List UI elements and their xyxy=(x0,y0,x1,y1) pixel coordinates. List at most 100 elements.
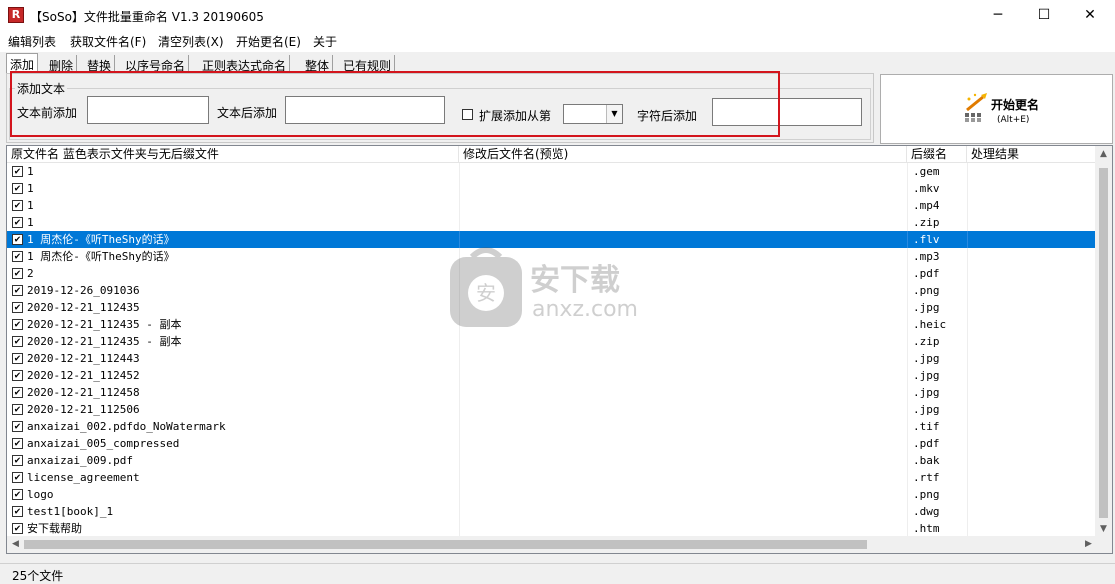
minimize-button[interactable]: ─ xyxy=(975,0,1021,30)
tab-sequence[interactable]: 以序号命名 xyxy=(122,55,190,73)
app-icon: R xyxy=(8,7,24,23)
process-result xyxy=(967,503,1097,520)
table-row[interactable]: ✔ 1 .mp4 xyxy=(7,197,1097,214)
file-extension: .mkv xyxy=(907,180,967,197)
process-result xyxy=(967,452,1097,469)
table-row[interactable]: ✔ 1 .mkv xyxy=(7,180,1097,197)
row-checkbox[interactable]: ✔ xyxy=(12,166,23,177)
tab-add[interactable]: 添加 xyxy=(6,53,39,73)
tab-regex[interactable]: 正则表达式命名 xyxy=(199,55,291,73)
table-row[interactable]: ✔ 1 周杰伦-《听TheShy的话》 .mp3 xyxy=(7,248,1097,265)
add-text-panel: 添加文本 文本前添加 文本后添加 扩展添加从第 ▼ 字符后添加 xyxy=(6,73,874,143)
file-extension: .jpg xyxy=(907,384,967,401)
row-checkbox[interactable]: ✔ xyxy=(12,353,23,364)
file-extension: .zip xyxy=(907,214,967,231)
scroll-left-icon[interactable]: ◀ xyxy=(7,536,24,553)
row-checkbox[interactable]: ✔ xyxy=(12,183,23,194)
start-rename-button[interactable]: 开始更名 (Alt+E) xyxy=(880,74,1113,144)
scroll-up-icon[interactable]: ▲ xyxy=(1095,146,1112,163)
menu-get-filenames[interactable]: 获取文件名(F) xyxy=(70,33,146,50)
tab-whole[interactable]: 整体 xyxy=(302,55,334,73)
row-checkbox[interactable]: ✔ xyxy=(12,523,23,534)
row-checkbox[interactable]: ✔ xyxy=(12,387,23,398)
table-row[interactable]: ✔ anxaizai_009.pdf .bak xyxy=(7,452,1097,469)
after-text-input[interactable] xyxy=(285,96,445,124)
table-row[interactable]: ✔ anxaizai_002.pdfdo_NoWatermark .tif xyxy=(7,418,1097,435)
file-extension: .gem xyxy=(907,163,967,180)
column-extension[interactable]: 后缀名 xyxy=(907,146,967,163)
table-row[interactable]: ✔ test1[book]_1 .dwg xyxy=(7,503,1097,520)
process-result xyxy=(967,316,1097,333)
tab-delete[interactable]: 删除 xyxy=(46,55,78,73)
table-row[interactable]: ✔ 2020-12-21_112435 .jpg xyxy=(7,299,1097,316)
process-result xyxy=(967,418,1097,435)
original-filename: 2 xyxy=(27,267,34,280)
row-checkbox[interactable]: ✔ xyxy=(12,234,23,245)
table-row[interactable]: ✔ 1 .gem xyxy=(7,163,1097,180)
column-original-name[interactable]: 原文件名 蓝色表示文件夹与无后缀文件 xyxy=(7,146,459,163)
horizontal-scrollbar[interactable]: ◀ ▶ xyxy=(7,536,1097,553)
process-result xyxy=(967,384,1097,401)
table-row[interactable]: ✔ 1 .zip xyxy=(7,214,1097,231)
process-result xyxy=(967,265,1097,282)
table-row[interactable]: ✔ 2020-12-21_112435 - 副本 .heic xyxy=(7,316,1097,333)
maximize-button[interactable]: ☐ xyxy=(1021,0,1067,30)
table-row[interactable]: ✔ 2020-12-21_112506 .jpg xyxy=(7,401,1097,418)
preview-filename xyxy=(459,469,907,486)
row-checkbox[interactable]: ✔ xyxy=(12,268,23,279)
row-checkbox[interactable]: ✔ xyxy=(12,455,23,466)
preview-filename xyxy=(459,163,907,180)
table-row[interactable]: ✔ 1 周杰伦-《听TheShy的话》 .flv xyxy=(7,231,1097,248)
menu-start-rename[interactable]: 开始更名(E) xyxy=(236,33,301,50)
row-checkbox[interactable]: ✔ xyxy=(12,200,23,211)
menu-about[interactable]: 关于 xyxy=(313,33,337,50)
table-row[interactable]: ✔ 2020-12-21_112452 .jpg xyxy=(7,367,1097,384)
tab-existing-rules[interactable]: 已有规则 xyxy=(340,55,396,73)
row-checkbox[interactable]: ✔ xyxy=(12,489,23,500)
vertical-scrollbar[interactable]: ▲ ▼ xyxy=(1095,146,1112,538)
horizontal-scroll-thumb[interactable] xyxy=(24,540,867,549)
row-checkbox[interactable]: ✔ xyxy=(12,438,23,449)
original-filename: 2020-12-21_112443 xyxy=(27,352,140,365)
vertical-scroll-thumb[interactable] xyxy=(1099,168,1108,518)
row-checkbox[interactable]: ✔ xyxy=(12,336,23,347)
table-row[interactable]: ✔ 安下载帮助 .htm xyxy=(7,520,1097,537)
tab-replace[interactable]: 替换 xyxy=(84,55,116,73)
original-filename: logo xyxy=(27,488,54,501)
menu-clear-list[interactable]: 清空列表(X) xyxy=(158,33,224,50)
row-checkbox[interactable]: ✔ xyxy=(12,370,23,381)
table-row[interactable]: ✔ anxaizai_005_compressed .pdf xyxy=(7,435,1097,452)
preview-filename xyxy=(459,520,907,537)
menu-edit-list[interactable]: 编辑列表 xyxy=(8,33,56,50)
table-row[interactable]: ✔ 2020-12-21_112435 - 副本 .zip xyxy=(7,333,1097,350)
row-checkbox[interactable]: ✔ xyxy=(12,217,23,228)
after-char-input[interactable] xyxy=(712,98,862,126)
position-select[interactable]: ▼ xyxy=(563,104,623,124)
close-button[interactable]: ✕ xyxy=(1067,0,1113,30)
preview-filename xyxy=(459,180,907,197)
table-row[interactable]: ✔ 2020-12-21_112443 .jpg xyxy=(7,350,1097,367)
row-checkbox[interactable]: ✔ xyxy=(12,319,23,330)
original-filename: 1 周杰伦-《听TheShy的话》 xyxy=(27,233,175,246)
row-checkbox[interactable]: ✔ xyxy=(12,472,23,483)
row-checkbox[interactable]: ✔ xyxy=(12,285,23,296)
table-row[interactable]: ✔ 2019-12-26_091036 .png xyxy=(7,282,1097,299)
chevron-down-icon[interactable]: ▼ xyxy=(606,105,622,123)
row-checkbox[interactable]: ✔ xyxy=(12,421,23,432)
status-bar: 25个文件 xyxy=(0,563,1115,583)
column-result[interactable]: 处理结果 xyxy=(967,146,1097,163)
row-checkbox[interactable]: ✔ xyxy=(12,404,23,415)
table-row[interactable]: ✔ logo .png xyxy=(7,486,1097,503)
column-preview-name[interactable]: 修改后文件名(预览) xyxy=(459,146,907,163)
process-result xyxy=(967,214,1097,231)
preview-filename xyxy=(459,486,907,503)
table-row[interactable]: ✔ license_agreement .rtf xyxy=(7,469,1097,486)
row-checkbox[interactable]: ✔ xyxy=(12,506,23,517)
extend-add-checkbox[interactable] xyxy=(462,109,473,120)
before-text-input[interactable] xyxy=(87,96,209,124)
row-checkbox[interactable]: ✔ xyxy=(12,251,23,262)
table-row[interactable]: ✔ 2 .pdf xyxy=(7,265,1097,282)
table-row[interactable]: ✔ 2020-12-21_112458 .jpg xyxy=(7,384,1097,401)
original-filename: anxaizai_002.pdfdo_NoWatermark xyxy=(27,420,226,433)
row-checkbox[interactable]: ✔ xyxy=(12,302,23,313)
